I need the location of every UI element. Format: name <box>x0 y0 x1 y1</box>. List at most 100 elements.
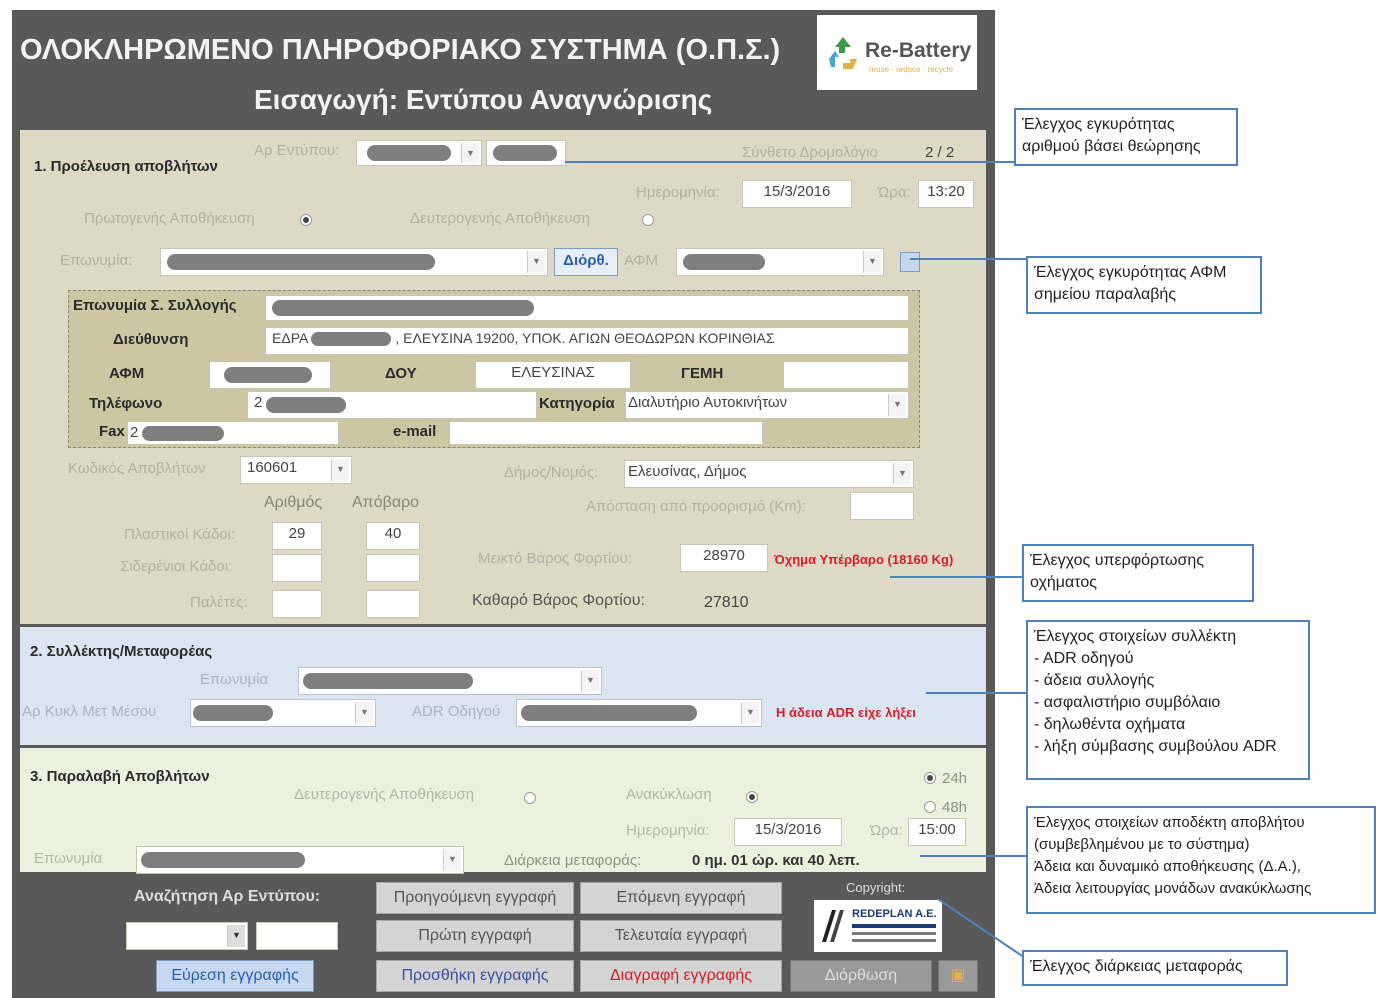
primary-storage-radio[interactable] <box>300 214 312 226</box>
overweight-warning: Όχημα Υπέρβαρο (18160 Kg) <box>774 552 954 567</box>
waste-code-select[interactable]: 160601 ▼ <box>240 456 352 484</box>
add-record-button[interactable]: Προσθήκη εγγραφής <box>376 960 574 992</box>
exit-button[interactable]: ▣ <box>938 960 978 992</box>
opt-48h-label: 48h <box>942 799 968 816</box>
form-no-series-select[interactable]: ▼ <box>356 140 482 166</box>
gross-weight-label: Μεικτό Βάρος Φορτίου: <box>478 550 632 567</box>
edit-name-button[interactable]: Διόρθ. <box>554 248 618 276</box>
vehicle-select[interactable]: ▼ <box>190 699 376 727</box>
form-no-input[interactable] <box>486 140 566 166</box>
distance-field[interactable] <box>850 492 914 520</box>
doy-label: ΔΟΥ <box>385 365 417 382</box>
composite-route-label: Σύνθετο Δρομολόγιο <box>742 144 878 161</box>
opt-48h-radio[interactable] <box>924 801 936 813</box>
last-record-button[interactable]: Τελευταία εγγραφή <box>580 920 782 952</box>
date-input[interactable]: 15/3/2016 <box>742 180 852 208</box>
doy-field[interactable]: ΕΛΕΥΣΙΝΑΣ <box>475 361 631 389</box>
search-label: Αναζήτηση Αρ Εντύπου: <box>134 888 321 905</box>
annotation-line: - λήξη σύμβασης συμβούλου ADR <box>1034 738 1277 755</box>
collection-name-field[interactable] <box>265 295 909 321</box>
next-record-button[interactable]: Επόμενη εγγραφή <box>580 882 782 914</box>
adr-select[interactable]: ▼ <box>516 699 762 727</box>
iron-count-field[interactable] <box>272 554 322 582</box>
afm-label: ΑΦΜ <box>624 252 659 269</box>
collector-name-select[interactable]: ▼ <box>298 667 602 695</box>
section-reception: 3. Παραλαβή Αποβλήτων Δευτερογενής Αποθή… <box>20 748 986 874</box>
gross-weight-field[interactable]: 28970 <box>680 544 768 572</box>
secondary-storage-label-3: Δευτερογενής Αποθήκευση <box>294 786 475 803</box>
find-record-button[interactable]: Εύρεση εγγραφής <box>156 960 314 992</box>
receiver-name-select[interactable]: ▼ <box>136 846 464 874</box>
annotation-overload: Έλεγχος υπερφόρτωσης οχήματος <box>1022 544 1254 602</box>
municipality-select[interactable]: Ελευσίνας, Δήμος ▼ <box>624 460 914 488</box>
date-input-3[interactable]: 15/3/2016 <box>734 818 842 846</box>
redeplan-logo-icon <box>822 910 844 942</box>
recycling-radio[interactable] <box>746 791 758 803</box>
connector-line-1 <box>565 161 1017 163</box>
copyright-label: Copyright: <box>846 880 906 895</box>
email-label: e-mail <box>393 423 437 440</box>
category-select[interactable]: Διαλυτήριο Αυτοκινήτων ▼ <box>625 391 909 419</box>
annotation-line: Άδεια και δυναμικό αποθήκευσης (Δ.Α.), <box>1034 858 1301 875</box>
phone-prefix: 2 <box>254 394 263 411</box>
delete-record-button[interactable]: Διαγραφή εγγραφής <box>580 960 782 992</box>
iron-tare-field[interactable] <box>366 554 420 582</box>
chevron-down-icon: ▼ <box>355 702 373 724</box>
phone-field[interactable]: 2 <box>247 391 537 419</box>
fax-field[interactable]: 2 <box>127 421 339 445</box>
connector-line-5 <box>920 855 1030 857</box>
pallets-tare-field[interactable] <box>366 590 420 618</box>
phone-label: Τηλέφωνο <box>89 395 163 412</box>
time-label-3: Ώρα: <box>870 822 903 839</box>
date-label-3: Ημερομηνία: <box>626 822 710 839</box>
email-field[interactable] <box>449 421 763 445</box>
rebattery-logo: Re-Battery reuse · reduce · recycle <box>817 15 977 90</box>
opt-24h-radio[interactable] <box>924 772 936 784</box>
time-input-3[interactable]: 15:00 <box>908 818 966 846</box>
afm-select[interactable]: ▼ <box>676 248 884 276</box>
gemi-label: ΓΕΜΗ <box>681 365 724 382</box>
gemi-field[interactable] <box>783 361 909 389</box>
section2-title: 2. Συλλέκτης/Μεταφορέας <box>30 643 213 660</box>
secondary-storage-radio[interactable] <box>642 214 654 226</box>
date-label: Ημερομηνία: <box>636 184 720 201</box>
chevron-down-icon: ▼ <box>893 463 911 485</box>
plastic-count-field[interactable]: 29 <box>272 522 322 550</box>
afm-check-button[interactable] <box>900 252 920 272</box>
form-no-label: Αρ Εντύπου: <box>254 142 340 159</box>
section-collector: 2. Συλλέκτης/Μεταφορέας Επωνυμία ▼ Αρ Κυ… <box>20 627 986 745</box>
chevron-down-icon: ▼ <box>863 251 881 273</box>
logo-text: Re-Battery <box>865 39 972 62</box>
secondary-storage-radio-3[interactable] <box>524 792 536 804</box>
annotation-line: Έλεγχος διάρκειας μεταφοράς <box>1030 958 1243 975</box>
redeplan-logo: REDEPLAN A.E. <box>814 900 942 952</box>
address-field[interactable]: ΕΔΡΑ , ΕΛΕΥΣΙΝΑ 19200, ΥΠΟΚ. ΑΓΙΩΝ ΘΕΟΔΩ… <box>265 327 909 355</box>
first-record-button[interactable]: Πρώτη εγγραφή <box>376 920 574 952</box>
net-weight-label: Καθαρό Βάρος Φορτίου: <box>472 592 645 609</box>
annotation-line: - ασφαλιστήριο συμβόλαιο <box>1034 694 1221 711</box>
annotation-line: Έλεγχος εγκυρότητας ΑΦΜ <box>1034 264 1227 281</box>
annotation-line: Έλεγχος υπερφόρτωσης <box>1030 552 1204 569</box>
search-number-input[interactable] <box>256 922 338 950</box>
count-header: Αριθμός <box>264 494 323 511</box>
recycling-label: Ανακύκλωση <box>626 786 712 803</box>
origin-name-select[interactable]: ▼ <box>160 248 548 276</box>
previous-record-button[interactable]: Προηγούμενη εγγραφή <box>376 882 574 914</box>
opt-24h-label: 24h <box>942 770 968 787</box>
search-series-select[interactable]: ▼ <box>126 922 248 950</box>
duration-value: 0 ημ. 01 ώρ. και 40 λεπ. <box>692 852 860 869</box>
form-title: Εισαγωγή: Εντύπου Αναγνώρισης <box>254 84 713 115</box>
edit-record-button[interactable]: Διόρθωση <box>790 960 932 992</box>
composite-route-value: 2 / 2 <box>925 144 955 161</box>
chevron-down-icon: ▼ <box>741 702 759 724</box>
chevron-down-icon: ▼ <box>443 849 461 871</box>
chevron-down-icon: ▼ <box>331 459 349 481</box>
chevron-down-icon: ▼ <box>227 925 245 947</box>
afm-field[interactable] <box>209 361 331 389</box>
plastic-tare-field[interactable]: 40 <box>366 522 420 550</box>
category-label: Κατηγορία <box>539 395 615 412</box>
pallets-count-field[interactable] <box>272 590 322 618</box>
pallets-label: Παλέτες: <box>190 594 248 611</box>
time-input[interactable]: 13:20 <box>918 180 974 208</box>
address-prefix: ΕΔΡΑ <box>272 330 308 346</box>
